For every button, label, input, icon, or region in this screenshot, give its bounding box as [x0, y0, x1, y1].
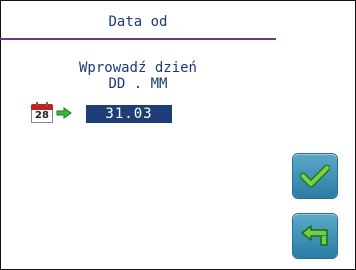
page-title: Data od [108, 14, 168, 30]
title-divider [0, 38, 276, 40]
checkmark-icon [300, 164, 330, 188]
back-arrow-icon [301, 225, 328, 246]
calendar-ring [36, 102, 38, 106]
prompt-text: Wprowadź dzień DD . MM [0, 60, 276, 92]
arrow-right-icon [56, 107, 72, 119]
confirm-button[interactable] [293, 154, 337, 198]
prompt-line-1: Wprowadź dzień [78, 60, 197, 76]
back-button[interactable] [293, 214, 337, 258]
calendar-icon: 28 [31, 102, 53, 123]
calendar-day: 28 [31, 110, 53, 123]
prompt-format: DD . MM [108, 76, 168, 92]
calendar-ring [46, 102, 48, 106]
date-input[interactable]: 31.03 [86, 105, 172, 123]
